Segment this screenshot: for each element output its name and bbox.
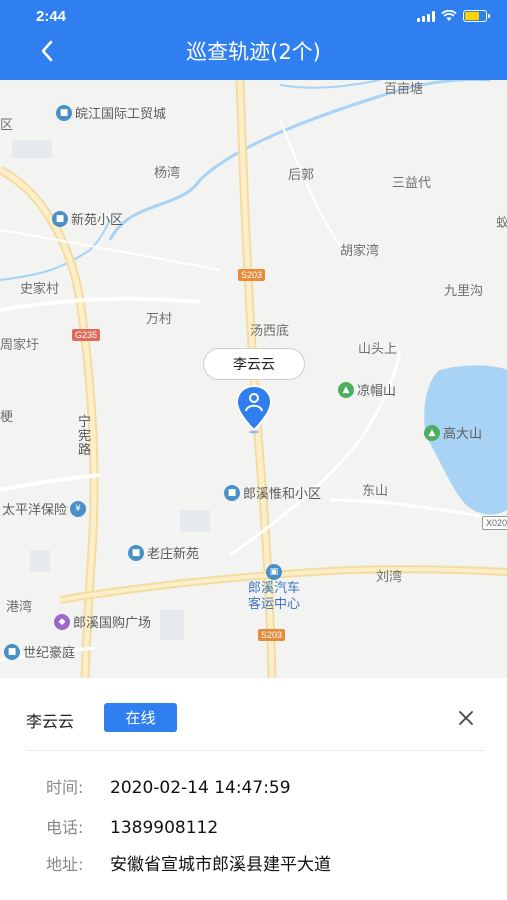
address-label: 地址: bbox=[46, 855, 84, 874]
phone-label: 电话: bbox=[46, 818, 84, 837]
close-icon bbox=[459, 711, 473, 725]
person-name: 李云云 bbox=[26, 712, 75, 731]
map-label: 后郭 bbox=[288, 168, 315, 183]
road-badge: G235 bbox=[72, 329, 101, 341]
map-label: 蚁 bbox=[496, 216, 507, 231]
poi-marker[interactable]: ◆ 郎溪国购广场 bbox=[54, 612, 151, 631]
map-label: 万村 bbox=[146, 312, 173, 327]
poi-marker[interactable]: ■ 世纪豪庭 bbox=[4, 642, 75, 661]
divider bbox=[26, 750, 485, 751]
shopping-icon: ◆ bbox=[54, 613, 70, 630]
time-value: 2020-02-14 14:47:59 bbox=[110, 778, 291, 798]
map-label: 胡家湾 bbox=[340, 244, 380, 259]
poi-marker[interactable]: ▲ 高大山 bbox=[424, 423, 482, 442]
building-icon: ■ bbox=[4, 643, 20, 660]
poi-marker[interactable]: ▣ 郎溪汽车 客运中心 bbox=[248, 564, 300, 613]
mountain-icon: ▲ bbox=[424, 424, 440, 441]
bank-icon: ¥ bbox=[70, 500, 87, 517]
poi-marker[interactable]: ■ 郎溪惟和小区 bbox=[224, 483, 321, 502]
status-icons bbox=[417, 10, 490, 22]
map-label: 九里沟 bbox=[444, 284, 484, 299]
info-row-address: 地址: 安徽省宣城市郎溪县建平大道 bbox=[46, 850, 331, 875]
address-value: 安徽省宣城市郎溪县建平大道 bbox=[110, 855, 331, 875]
poi-marker[interactable]: ¥ 太平洋保险 bbox=[2, 499, 87, 518]
map-label: 东山 bbox=[362, 484, 389, 499]
road-badge: X020 bbox=[482, 516, 507, 530]
user-location-pin-icon[interactable] bbox=[235, 384, 273, 434]
wifi-icon bbox=[441, 10, 457, 21]
building-icon: ■ bbox=[52, 210, 68, 227]
map-label: 区 bbox=[0, 118, 14, 133]
page-title: 巡查轨迹(2个) bbox=[186, 40, 321, 64]
map-label: 山头上 bbox=[358, 342, 398, 357]
marker-callout[interactable]: 李云云 bbox=[203, 348, 305, 380]
building-icon: ■ bbox=[128, 544, 144, 561]
status-time: 2:44 bbox=[36, 8, 67, 25]
close-button[interactable] bbox=[452, 704, 480, 732]
poi-marker[interactable]: ▲ 凉帽山 bbox=[338, 380, 396, 399]
map-label: 刘湾 bbox=[376, 570, 403, 585]
info-row-phone: 电话: 1389908112 bbox=[46, 814, 218, 838]
map-label: 杨湾 bbox=[154, 166, 181, 181]
road-badge: S203 bbox=[238, 269, 266, 281]
status-badge: 在线 bbox=[104, 703, 177, 732]
road-badge: S203 bbox=[258, 629, 286, 641]
app-header: 2:44 巡查轨迹(2个) bbox=[0, 0, 507, 80]
battery-icon bbox=[463, 10, 490, 22]
map-label: 港湾 bbox=[6, 600, 33, 615]
building-icon: ■ bbox=[56, 104, 72, 121]
map-label: 汤西底 bbox=[250, 324, 290, 339]
bus-icon: ▣ bbox=[266, 564, 282, 580]
building-icon: ■ bbox=[224, 484, 240, 501]
road-name: 宁 宪 路 bbox=[78, 415, 92, 458]
poi-marker[interactable]: ■ 皖江国际工贸城 bbox=[56, 103, 166, 122]
poi-marker[interactable]: ■ 新苑小区 bbox=[52, 209, 123, 228]
map-label: 周家圩 bbox=[0, 338, 40, 353]
map-view[interactable]: 百亩塘 区 杨湾 后郭 三益代 胡家湾 蚁 九里沟 史家村 万村 汤西底 山头上… bbox=[0, 80, 507, 678]
mountain-icon: ▲ bbox=[338, 381, 354, 398]
time-label: 时间: bbox=[46, 778, 84, 797]
info-row-time: 时间: 2020-02-14 14:47:59 bbox=[46, 774, 291, 798]
map-label: 百亩塘 bbox=[384, 82, 424, 97]
info-panel: 李云云 在线 时间: 2020-02-14 14:47:59 电话: 13899… bbox=[0, 678, 507, 900]
map-label: 史家村 bbox=[20, 282, 60, 297]
signal-icon bbox=[417, 10, 435, 22]
map-label: 梗 bbox=[0, 410, 14, 425]
poi-marker[interactable]: ■ 老庄新苑 bbox=[128, 543, 199, 562]
map-label: 三益代 bbox=[392, 176, 432, 191]
phone-value: 1389908112 bbox=[110, 818, 219, 838]
